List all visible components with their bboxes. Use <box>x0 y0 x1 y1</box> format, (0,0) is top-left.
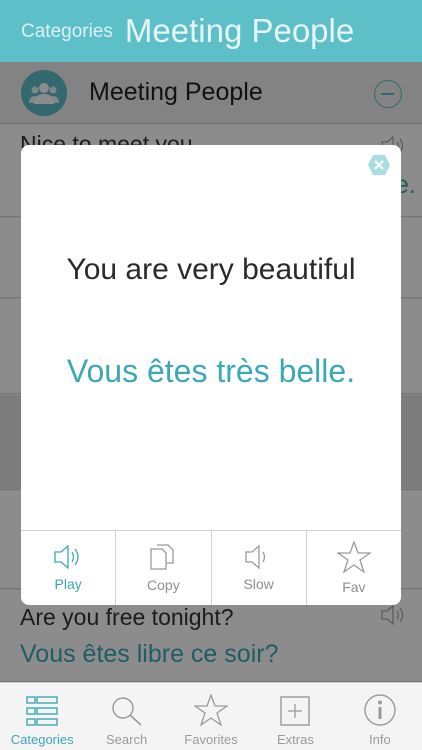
close-icon[interactable] <box>367 153 391 177</box>
plus-icon <box>280 696 311 726</box>
slow-button[interactable]: Slow <box>212 531 307 605</box>
action-label: Play <box>54 576 82 592</box>
copy-button[interactable]: Copy <box>116 531 212 605</box>
tab-search[interactable]: Search <box>84 683 168 750</box>
tab-label: Search <box>106 732 148 747</box>
tab-extras[interactable]: Extras <box>253 683 337 750</box>
copy-icon <box>150 544 175 570</box>
tab-label: Categories <box>10 732 74 747</box>
modal-french-phrase: Vous êtes très belle. <box>66 353 356 389</box>
search-icon <box>111 697 142 726</box>
tab-label: Info <box>368 732 391 747</box>
phrase-modal: You are very beautiful Vous êtes très be… <box>21 145 401 605</box>
play-button[interactable]: Play <box>21 531 117 605</box>
modal-action-bar: Play Copy Slow Fav <box>21 530 401 605</box>
tab-label: Extras <box>277 732 314 747</box>
modal-english-phrase: You are very beautiful <box>66 253 356 286</box>
action-label: Fav <box>342 579 366 595</box>
speaker-icon <box>54 544 79 570</box>
action-label: Copy <box>147 577 180 593</box>
categories-icon <box>26 696 58 726</box>
tab-info[interactable]: Info <box>338 683 422 750</box>
tab-categories[interactable]: Categories <box>0 683 84 750</box>
info-icon <box>364 694 396 726</box>
star-icon <box>336 541 371 573</box>
nav-bar: Categories Meeting People <box>0 0 422 62</box>
speaker-slow-icon <box>244 544 265 570</box>
tab-bar: Categories Search Favorites Extras Info <box>0 682 422 750</box>
fav-button[interactable]: Fav <box>307 531 401 605</box>
page-title: Meeting People <box>124 12 355 49</box>
tab-label: Favorites <box>184 732 238 747</box>
action-label: Slow <box>243 576 274 592</box>
tab-favorites[interactable]: Favorites <box>169 683 253 750</box>
star-icon <box>194 694 229 726</box>
back-button-categories[interactable]: Categories <box>21 21 113 43</box>
